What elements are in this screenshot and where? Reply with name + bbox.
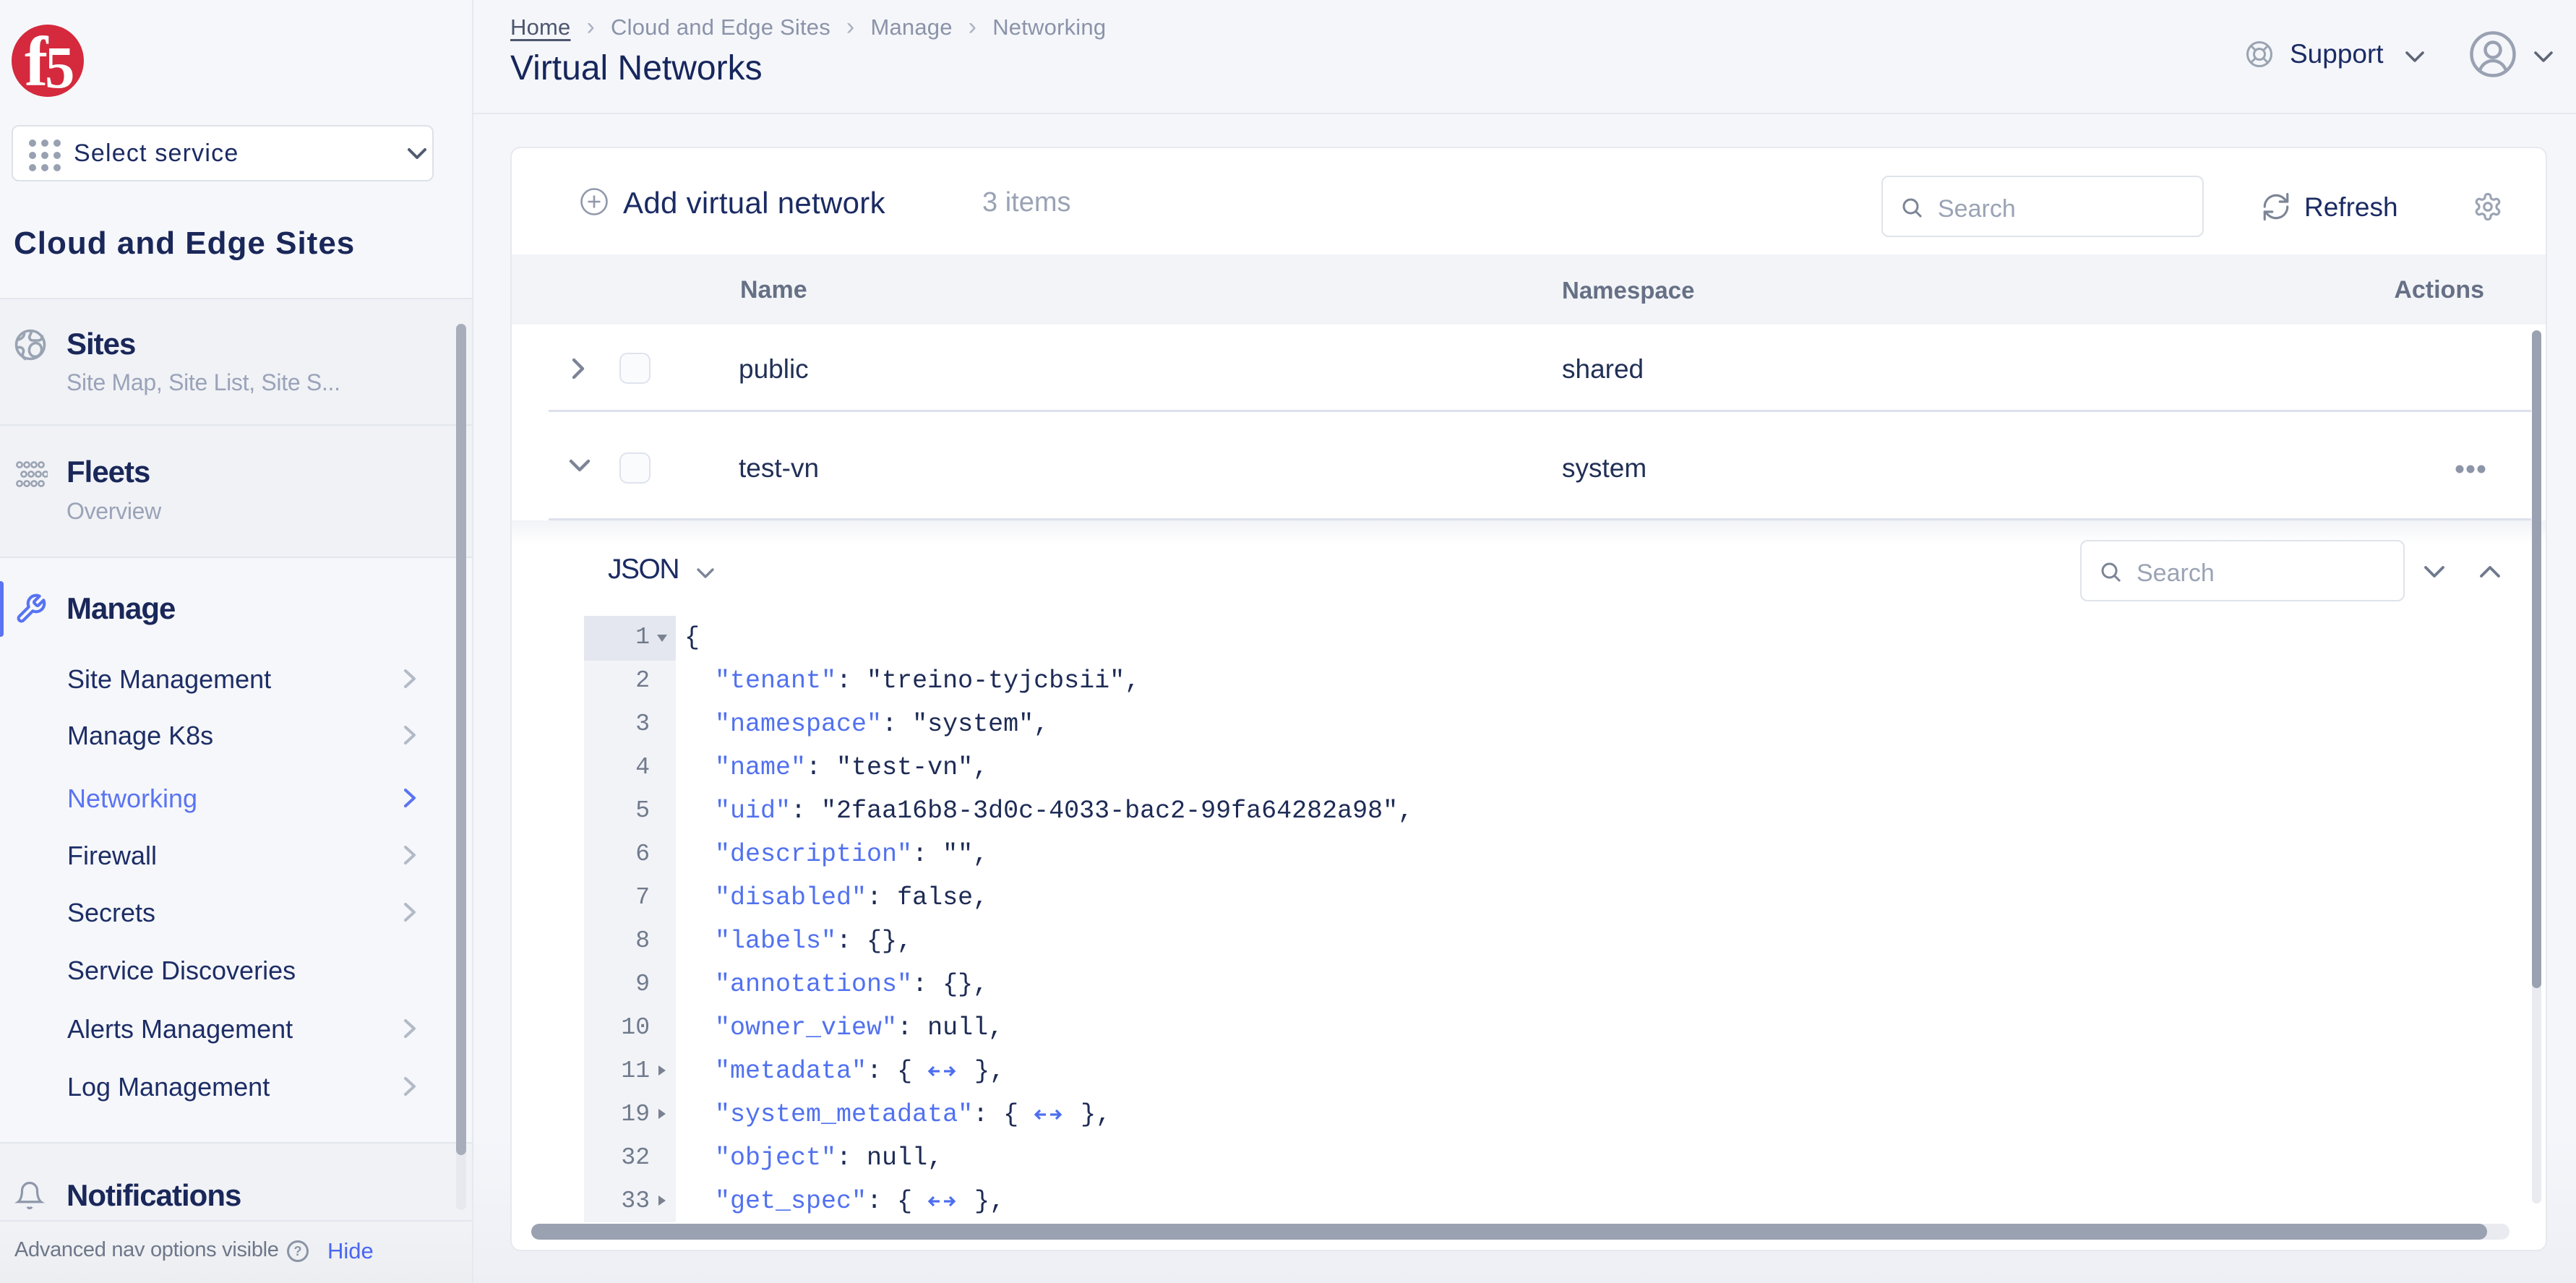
svg-text:?: ?: [294, 1244, 302, 1258]
svg-text:5: 5: [45, 34, 75, 98]
